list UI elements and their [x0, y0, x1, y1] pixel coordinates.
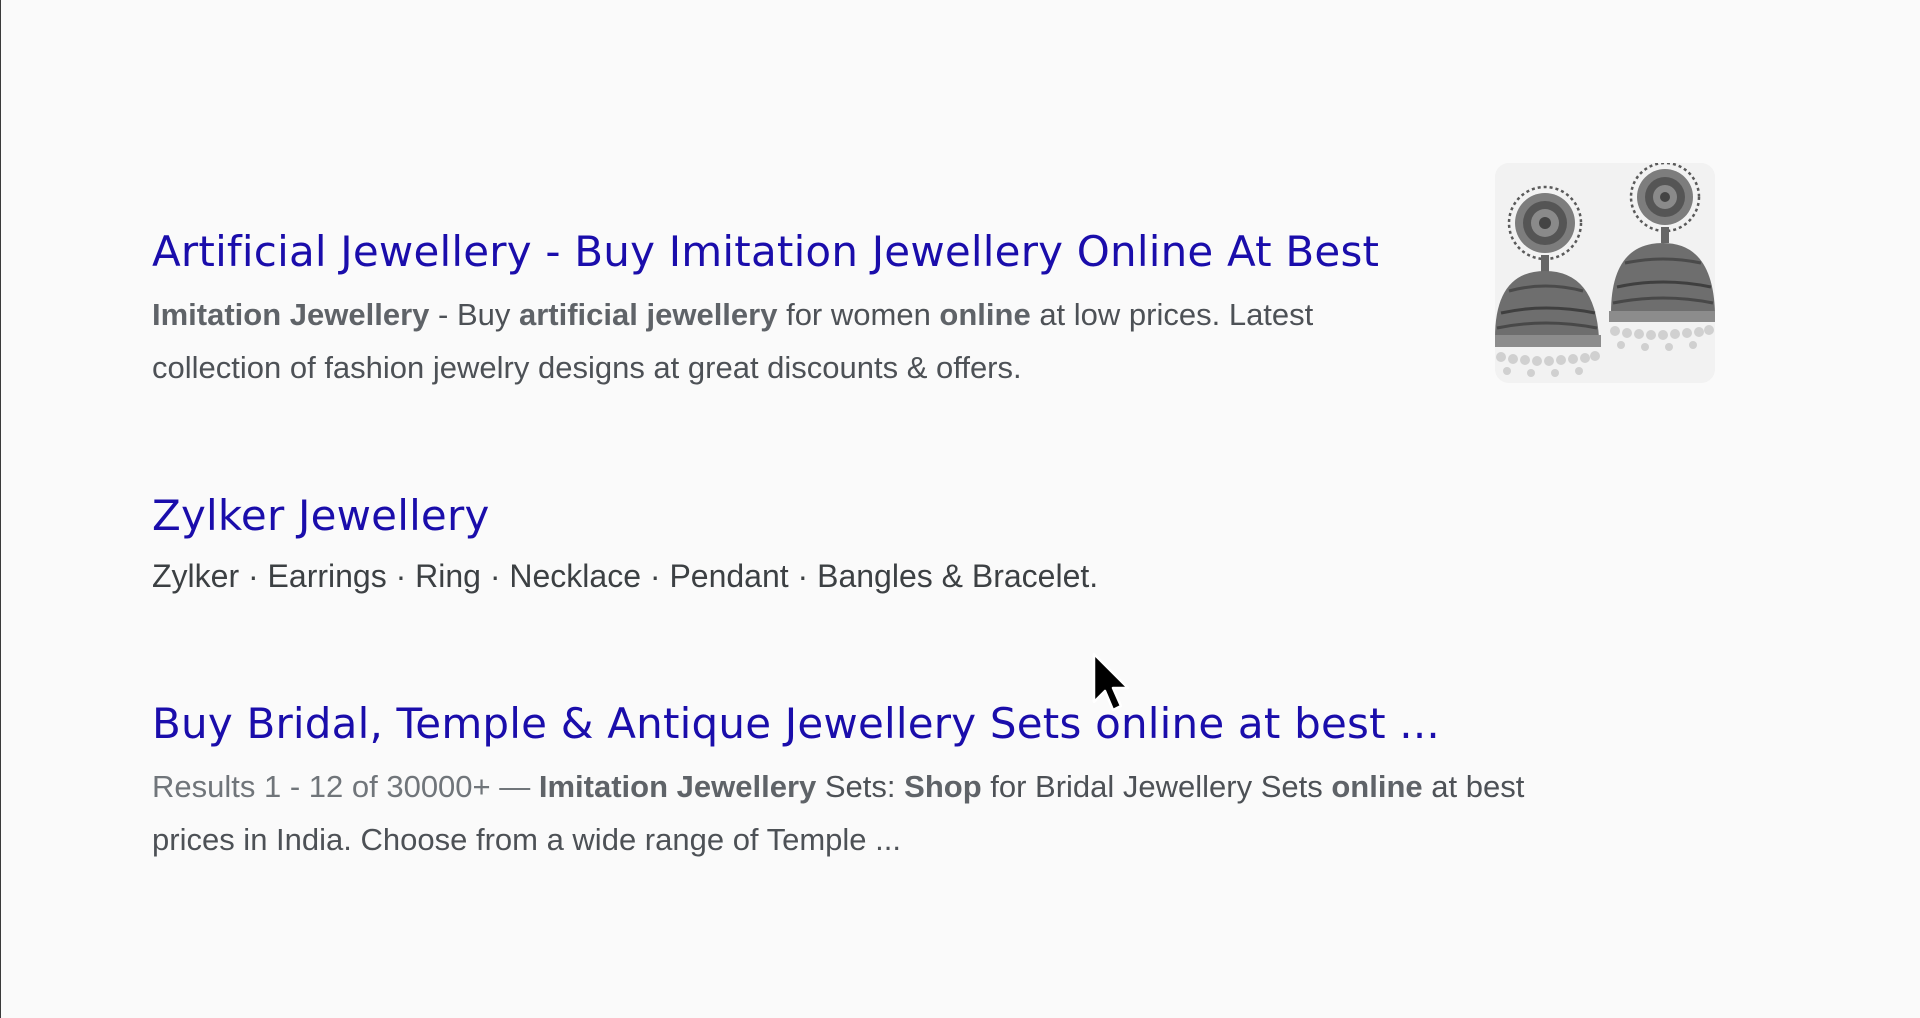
result-title-link[interactable]: Zylker Jewellery: [152, 490, 1572, 542]
result-snippet: Imitation Jewellery - Buy artificial jew…: [152, 297, 1314, 385]
result-thumbnail[interactable]: [1495, 163, 1715, 383]
search-results-page: Artificial Jewellery - Buy Imitation Jew…: [0, 0, 1920, 1018]
result-title-link[interactable]: Buy Bridal, Temple & Antique Jewellery S…: [152, 698, 1572, 750]
jhumka-earrings-image: [1495, 163, 1715, 383]
search-result: Artificial Jewellery - Buy Imitation Jew…: [152, 226, 1442, 394]
search-result: Zylker Jewellery Zylker · Earrings · Rin…: [152, 490, 1572, 603]
result-snippet: Results 1 - 12 of 30000+ — Imitation Jew…: [152, 769, 1525, 857]
search-result: Buy Bridal, Temple & Antique Jewellery S…: [152, 698, 1572, 866]
result-title-link[interactable]: Artificial Jewellery - Buy Imitation Jew…: [152, 226, 1442, 278]
mouse-pointer-icon: [1092, 652, 1130, 712]
result-snippet: Zylker · Earrings · Ring · Necklace · Pe…: [152, 558, 1099, 594]
